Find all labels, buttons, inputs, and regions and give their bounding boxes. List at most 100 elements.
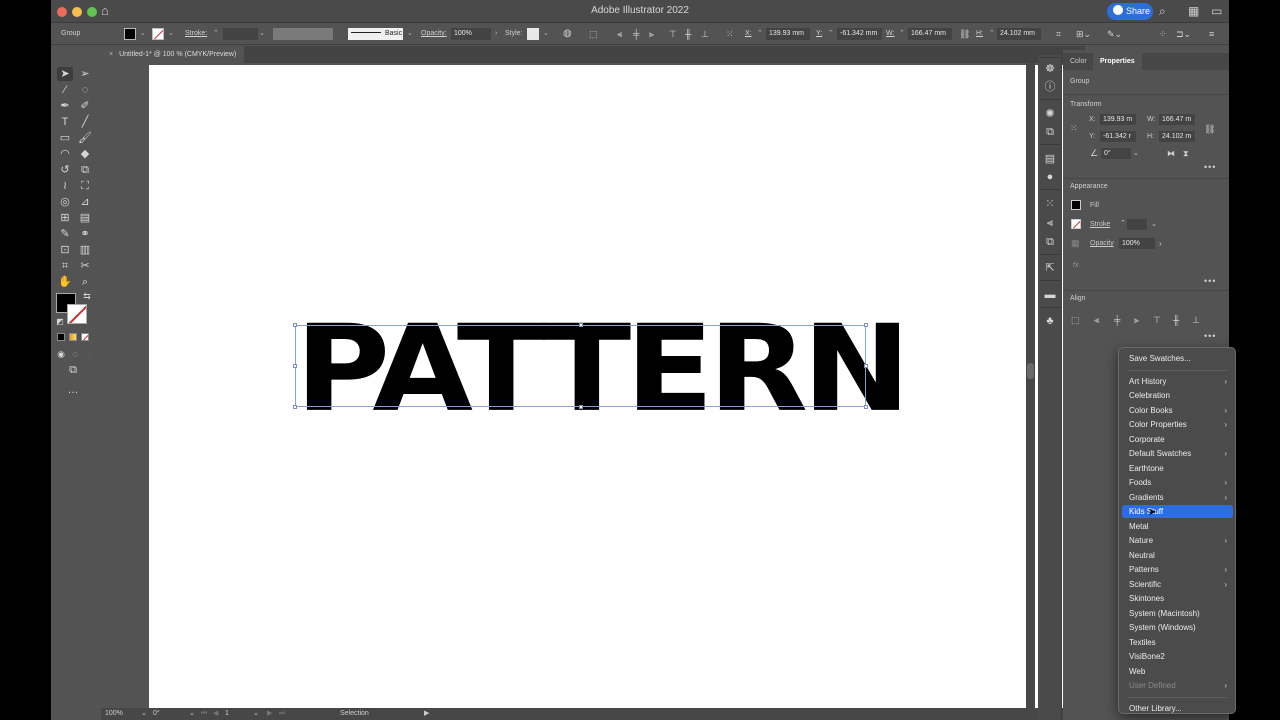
align-left-icon[interactable]: ⫷ xyxy=(617,23,622,45)
shape-builder-tool-icon[interactable]: ◎ xyxy=(57,195,73,209)
blend-tool-icon[interactable]: ⚭ xyxy=(77,227,93,241)
default-fill-stroke-icon[interactable]: ◩ xyxy=(52,315,68,329)
search-icon[interactable]: ⌕ xyxy=(1159,4,1166,18)
stroke-dropdown-chevron-icon[interactable]: ⌄ xyxy=(168,23,174,45)
menu-item-metal[interactable]: Metal xyxy=(1122,520,1233,533)
transparency-panel-icon[interactable]: ⧉ xyxy=(1043,125,1057,139)
fill-swatch[interactable] xyxy=(1071,200,1081,210)
align-top-icon[interactable]: ⊤ xyxy=(669,23,677,45)
opacity-field[interactable]: 100% xyxy=(1119,238,1155,249)
last-artboard-icon[interactable]: ⏭ xyxy=(279,708,285,720)
curvature-tool-icon[interactable]: ✐ xyxy=(77,99,93,113)
previous-artboard-icon[interactable]: ◀ xyxy=(213,708,218,720)
handle-bottom-left[interactable] xyxy=(293,405,297,409)
share-button[interactable]: Share xyxy=(1107,3,1153,20)
opacity-expand-icon[interactable]: › xyxy=(1159,239,1162,249)
stroke-weight-field[interactable] xyxy=(223,28,258,40)
arrange-documents-icon[interactable]: ▭ xyxy=(1211,4,1222,18)
transform-options-icon[interactable]: ⊞⌄ xyxy=(1076,23,1091,45)
transform-y-field[interactable]: -61.342 r xyxy=(1100,131,1136,142)
menu-item-scientific[interactable]: Scientific › xyxy=(1122,578,1233,591)
menu-item-color-books[interactable]: Color Books › xyxy=(1122,404,1233,417)
menu-item-corporate[interactable]: Corporate xyxy=(1122,433,1233,446)
menu-item-system-macintosh[interactable]: System (Macintosh) xyxy=(1122,607,1233,620)
handle-bottom-center[interactable] xyxy=(579,405,583,409)
tab-properties[interactable]: Properties xyxy=(1093,53,1142,70)
handle-middle-right[interactable] xyxy=(864,364,868,368)
stroke-swatch[interactable] xyxy=(1071,219,1081,229)
align-vertical-center-icon[interactable]: ╫ xyxy=(1173,315,1179,325)
align-right-icon[interactable]: ⫸ xyxy=(1134,315,1139,325)
slice-tool-icon[interactable]: ✂ xyxy=(77,259,93,273)
align-right-icon[interactable]: ⫸ xyxy=(649,23,654,45)
transform-w-field[interactable]: 166.47 m xyxy=(1159,114,1195,125)
arrange-icon[interactable]: ⁘ xyxy=(1159,23,1167,45)
line-segment-tool-icon[interactable]: ╱ xyxy=(77,115,93,129)
appearance-panel-icon[interactable]: ● xyxy=(1043,170,1057,184)
reference-point-icon[interactable]: ⁙ xyxy=(726,23,734,45)
free-transform-tool-icon[interactable]: ⛶ xyxy=(77,179,93,193)
swap-fill-stroke-icon[interactable]: ⇆ xyxy=(79,289,95,303)
artboard[interactable]: PATTERN xyxy=(149,65,1075,708)
menu-item-celebration[interactable]: Celebration xyxy=(1122,389,1233,402)
variable-width-profile[interactable] xyxy=(273,28,333,40)
menu-item-foods[interactable]: Foods › xyxy=(1122,476,1233,489)
menu-item-system-windows[interactable]: System (Windows) xyxy=(1122,621,1233,634)
artboard-number[interactable]: 1 xyxy=(225,708,229,720)
constrain-proportions-icon[interactable]: ⛓ xyxy=(959,23,970,45)
status-menu-icon[interactable]: ▶ xyxy=(424,708,429,720)
edit-toolbar-icon[interactable]: … xyxy=(65,383,81,397)
transform-panel-icon[interactable]: ⁙ xyxy=(1043,197,1057,211)
eraser-tool-icon[interactable]: ◆ xyxy=(77,147,93,161)
stroke-label[interactable]: Stroke xyxy=(1090,221,1110,228)
artboard-chevron-icon[interactable]: ⌄ xyxy=(253,708,259,720)
handle-top-right[interactable] xyxy=(864,323,868,327)
stroke-swatch[interactable] xyxy=(152,28,164,40)
rectangle-tool-icon[interactable]: ▭ xyxy=(57,131,73,145)
zoom-chevron-icon[interactable]: ⌄ xyxy=(141,708,147,720)
direct-selection-tool-icon[interactable]: ➢ xyxy=(77,67,93,81)
gradient-mode-button[interactable] xyxy=(69,333,77,341)
handle-top-center[interactable] xyxy=(579,323,583,327)
properties-panel-icon[interactable]: ☸ xyxy=(1043,62,1057,76)
align-vertical-center-icon[interactable]: ╫ xyxy=(685,23,691,45)
menu-item-web[interactable]: Web xyxy=(1122,665,1233,678)
menu-item-other-library[interactable]: Other Library... xyxy=(1122,702,1233,715)
constrain-proportions-icon[interactable]: ⛓ xyxy=(1204,124,1215,134)
graphic-style-chevron-icon[interactable]: ⌄ xyxy=(543,23,549,45)
rotate-angle-field[interactable]: 0° xyxy=(1101,148,1131,159)
stroke-label[interactable]: Stroke: xyxy=(185,23,207,45)
tab-color[interactable]: Color xyxy=(1063,53,1094,70)
menu-item-gradients[interactable]: Gradients › xyxy=(1122,491,1233,504)
transform-x-field[interactable]: 139.93 m xyxy=(1100,114,1136,125)
type-tool-icon[interactable]: T xyxy=(57,115,73,129)
selection-bounding-box[interactable] xyxy=(293,323,868,409)
transform-h-field[interactable]: 24.102 m xyxy=(1159,131,1195,142)
info-panel-icon[interactable]: ⓘ xyxy=(1043,80,1057,94)
align-top-icon[interactable]: ⊤ xyxy=(1153,315,1161,325)
menu-item-save-swatches[interactable]: Save Swatches... xyxy=(1122,352,1233,365)
opacity-label[interactable]: Opacity xyxy=(1090,240,1114,247)
artboard-tool-icon[interactable]: ⌗ xyxy=(57,259,73,273)
color-mode-button[interactable] xyxy=(57,333,65,341)
more-transform-options-icon[interactable]: ••• xyxy=(1204,162,1216,172)
brush-definition-field[interactable]: Basic xyxy=(348,28,403,40)
opacity-label[interactable]: Opacity: xyxy=(421,23,447,45)
rotation-chevron-icon[interactable]: ⌄ xyxy=(189,708,195,720)
control-bar-menu-icon[interactable]: ≡ xyxy=(1209,23,1214,45)
align-bottom-icon[interactable]: ⊥ xyxy=(701,23,709,45)
symbols-panel-icon[interactable]: ♣ xyxy=(1043,314,1057,328)
scrollbar-thumb[interactable] xyxy=(1027,363,1034,379)
recolor-artwork-icon[interactable]: ◍ xyxy=(563,23,572,45)
comments-panel-icon[interactable]: ▬ xyxy=(1043,288,1057,302)
color-guide-panel-icon[interactable]: ✺ xyxy=(1043,107,1057,121)
stroke-weight-chevron-icon[interactable]: ⌄ xyxy=(259,23,265,45)
document-tab[interactable]: × Untitled-1* @ 100 % (CMYK/Preview) xyxy=(101,46,245,63)
rotation-value[interactable]: 0° xyxy=(153,708,160,720)
flip-vertical-icon[interactable]: ⧗ xyxy=(1183,149,1189,159)
menu-item-neutral[interactable]: Neutral xyxy=(1122,549,1233,562)
pathfinder-panel-icon[interactable]: ⧉ xyxy=(1043,235,1057,249)
stroke-weight-stepper[interactable]: ⌃ xyxy=(1120,219,1126,229)
menu-item-earthtone[interactable]: Earthtone xyxy=(1122,462,1233,475)
close-tab-icon[interactable]: × xyxy=(109,51,113,58)
